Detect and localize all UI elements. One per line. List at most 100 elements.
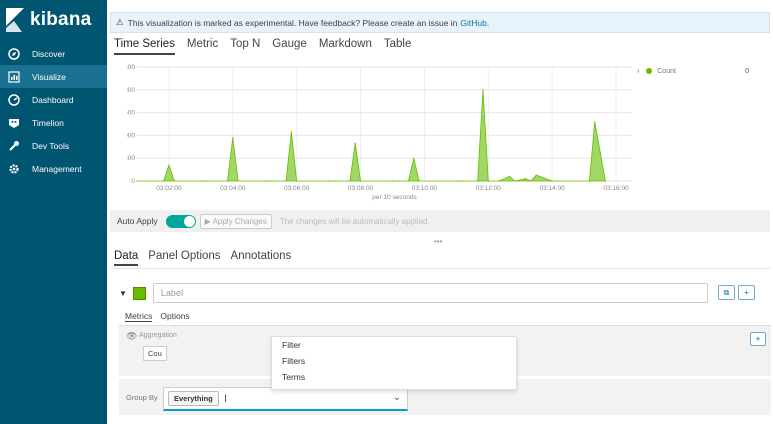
group-by-dropdown: Filter Filters Terms	[271, 336, 517, 390]
data-point	[514, 180, 516, 182]
chevron-down-icon[interactable]: ⌄	[393, 392, 401, 403]
x-axis-label: per 10 seconds	[372, 194, 417, 201]
apply-changes-button[interactable]: ▶ Apply Changes	[199, 213, 272, 229]
group-by-label: Group By	[126, 393, 158, 402]
aggregation-label: Aggregation	[139, 332, 177, 339]
tab-gauge[interactable]: Gauge	[272, 38, 307, 55]
data-point	[530, 180, 532, 182]
sidebar-item-label: Visualize	[32, 71, 66, 82]
tab-data[interactable]: Data	[114, 250, 139, 266]
main-content: ⚠ This visualization is marked as experi…	[107, 0, 773, 424]
resize-handle[interactable]: •••	[434, 237, 442, 246]
kibana-logo-icon	[6, 8, 24, 32]
sidebar-item-dashboard[interactable]: Dashboard	[0, 88, 107, 111]
data-point	[136, 180, 138, 182]
aggregation-select[interactable]: Cou	[143, 346, 167, 361]
tab-metrics[interactable]: Metrics	[125, 311, 153, 322]
tab-markdown[interactable]: Markdown	[319, 38, 372, 55]
y-tick-label: 500	[127, 155, 135, 162]
group-by-value: Everything	[168, 391, 219, 406]
sidebar-nav: Discover Visualize Dashboard Timelion De…	[0, 42, 107, 180]
data-point	[290, 131, 292, 133]
x-tick-label: 03:04:00	[220, 185, 246, 192]
data-point	[205, 180, 207, 182]
x-tick-label: 03:06:00	[284, 185, 310, 192]
data-point	[588, 180, 591, 182]
data-point	[461, 180, 463, 182]
data-point	[264, 180, 266, 182]
sidebar-item-label: Dev Tools	[32, 140, 70, 151]
sidebar: kibana Discover Visualize Dashboard Time…	[0, 0, 107, 424]
data-point	[487, 180, 489, 182]
tab-time-series[interactable]: Time Series	[114, 38, 175, 55]
data-point	[354, 142, 356, 144]
auto-apply-toggle[interactable]	[165, 214, 196, 228]
github-link[interactable]: GitHub	[460, 18, 486, 28]
data-point	[296, 180, 298, 182]
warning-icon: ⚠	[116, 17, 124, 27]
plus-icon: +	[755, 334, 761, 344]
banner-text: This visualization is marked as experime…	[127, 17, 458, 28]
controls-bar: Auto Apply ▶ Apply Changes The changes w…	[110, 210, 770, 232]
sidebar-item-timelion[interactable]: Timelion	[0, 111, 107, 134]
sidebar-item-dev-tools[interactable]: Dev Tools	[0, 134, 107, 157]
text-cursor-icon: I	[224, 393, 228, 405]
data-point	[477, 180, 479, 182]
chart-icon	[8, 70, 20, 83]
data-point	[594, 121, 596, 123]
add-metric-button[interactable]: +	[750, 332, 766, 346]
data-point	[349, 180, 351, 182]
data-point	[226, 180, 229, 182]
gear-icon	[8, 163, 20, 175]
x-tick-label: 03:12:00	[476, 185, 502, 192]
series-sub-tabs: Metrics Options	[125, 311, 190, 322]
tab-annotations[interactable]: Annotations	[231, 250, 292, 266]
data-point	[359, 180, 362, 182]
series-color-swatch[interactable]	[132, 286, 146, 300]
tab-options[interactable]: Options	[160, 311, 189, 322]
clone-series-button[interactable]: ⧉	[718, 285, 735, 300]
wrench-icon	[8, 140, 20, 152]
experimental-banner: ⚠ This visualization is marked as experi…	[110, 12, 770, 33]
series-row: ▼ Label	[119, 282, 708, 304]
tab-table[interactable]: Table	[384, 38, 412, 55]
dashboard-icon	[8, 93, 20, 106]
series-label-input[interactable]: Label	[152, 283, 708, 303]
x-tick-label: 03:10:00	[412, 185, 438, 192]
data-point	[237, 180, 239, 182]
legend-value: 0	[745, 68, 749, 75]
chevron-right-icon[interactable]: ›	[637, 68, 639, 75]
banner-suffix: .	[486, 17, 490, 28]
divider	[110, 268, 770, 269]
panel-tabs: Data Panel Options Annotations	[114, 250, 291, 266]
group-by-select[interactable]: Everything I ⌄	[163, 387, 408, 411]
sidebar-item-management[interactable]: Management	[0, 157, 107, 180]
chart-legend: › Count 0	[637, 68, 757, 80]
eye-icon[interactable]: 👁	[126, 331, 137, 342]
dropdown-option-terms[interactable]: Terms	[272, 369, 516, 385]
caret-down-icon[interactable]: ▼	[119, 289, 127, 298]
auto-apply-note: The changes will be automatically applie…	[279, 216, 430, 226]
y-tick-label: 1,000	[127, 132, 135, 139]
tab-top-n[interactable]: Top N	[230, 38, 260, 55]
sidebar-item-discover[interactable]: Discover	[0, 42, 107, 65]
visualization-type-tabs: Time Series Metric Top N Gauge Markdown …	[114, 38, 411, 55]
dropdown-option-filters[interactable]: Filters	[272, 353, 516, 369]
tab-metric[interactable]: Metric	[187, 38, 218, 55]
data-point	[163, 180, 165, 182]
compass-icon	[8, 47, 20, 60]
x-tick-label: 03:08:00	[348, 185, 374, 192]
toggle-knob	[183, 215, 195, 227]
x-tick-label: 03:02:00	[156, 185, 182, 192]
dropdown-option-filter[interactable]: Filter	[272, 337, 516, 353]
clone-icon: ⧉	[723, 287, 730, 297]
tab-panel-options[interactable]: Panel Options	[148, 250, 220, 266]
legend-swatch	[646, 68, 653, 75]
sidebar-item-visualize[interactable]: Visualize	[0, 65, 107, 88]
brand-name: kibana	[30, 9, 92, 30]
sidebar-item-label: Discover	[32, 48, 66, 59]
add-series-button[interactable]: +	[738, 285, 755, 300]
data-point	[407, 180, 410, 182]
kibana-logo[interactable]: kibana	[6, 6, 91, 34]
data-point	[482, 89, 484, 91]
